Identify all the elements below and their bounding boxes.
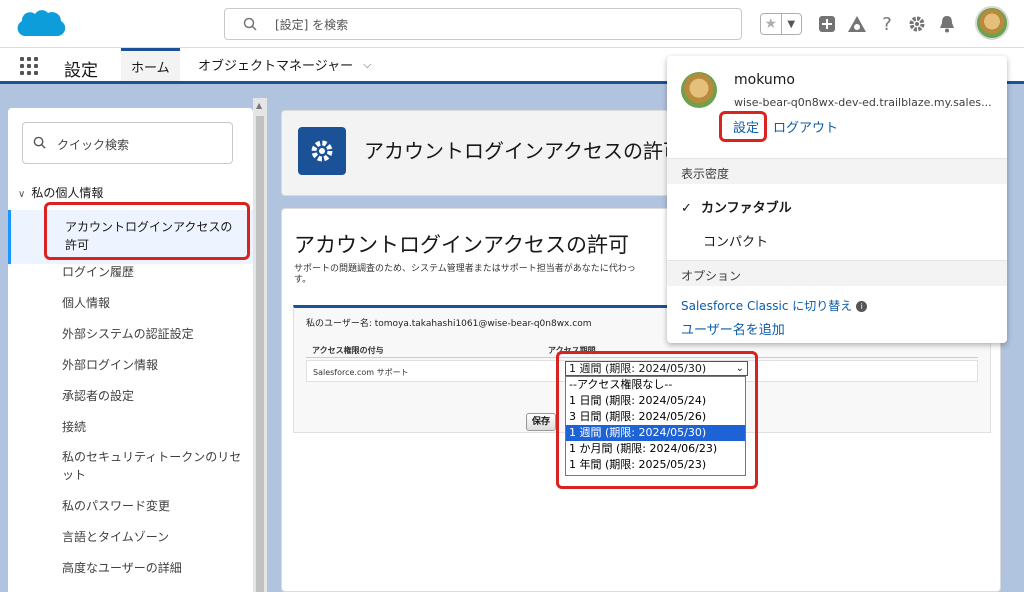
switch-to-classic-link[interactable]: Salesforce Classic に切り替え i xyxy=(681,297,868,314)
options-section-header: オプション xyxy=(667,260,1007,286)
salesforce-logo[interactable] xyxy=(12,8,68,38)
highlight-dropdown xyxy=(556,351,758,489)
user-name: mokumo xyxy=(734,72,795,88)
setup-sidebar: クイック検索 ∨ 私の個人情報 アカウントログインアクセスの許可 ログイン履歴 個… xyxy=(8,108,253,592)
sidebar-item-language-timezone[interactable]: 言語とタイムゾーン xyxy=(62,528,242,546)
trailhead-icon[interactable] xyxy=(844,8,870,40)
section-my-personal-info[interactable]: ∨ 私の個人情報 xyxy=(18,184,103,201)
check-icon: ✓ xyxy=(681,201,692,216)
highlight-settings-link xyxy=(719,111,767,142)
column-header: アクセス権限の付与 xyxy=(312,346,384,355)
tab-label: オブジェクトマネージャー xyxy=(198,59,354,74)
gear-icon[interactable] xyxy=(904,8,930,40)
density-section-header: 表示密度 xyxy=(667,158,1007,184)
sidebar-item-external-login[interactable]: 外部ログイン情報 xyxy=(62,356,242,374)
tab-home[interactable]: ホーム xyxy=(121,48,180,81)
add-icon[interactable] xyxy=(814,8,840,40)
add-username-link[interactable]: ユーザー名を追加 xyxy=(681,319,785,338)
bell-icon[interactable] xyxy=(934,8,960,40)
chevron-down-icon[interactable]: ∨ xyxy=(18,189,25,200)
avatar[interactable] xyxy=(975,6,1009,40)
sidebar-item-reset-token[interactable]: 私のセキュリティトークンのリセット xyxy=(62,448,247,484)
global-header: [設定] を検索 ★ ▼ ? xyxy=(0,0,1024,48)
search-icon xyxy=(33,136,46,149)
quick-search-input[interactable]: クイック検索 xyxy=(22,122,233,164)
favorites-button[interactable]: ★ ▼ xyxy=(760,13,802,35)
density-option-comfy[interactable]: ✓ カンファタブル xyxy=(681,197,792,216)
username-text: 私のユーザー名: tomoya.takahashi1061@wise-bear-… xyxy=(306,319,592,329)
user-domain: wise-bear-q0n8wx-dev-ed.trailblaze.my.sa… xyxy=(734,96,992,109)
help-icon[interactable]: ? xyxy=(874,8,900,40)
chevron-down-icon[interactable]: ▼ xyxy=(780,14,802,34)
page-description: サポートの問題調査のため、システム管理者またはサポート担当者があなたに代わっ す… xyxy=(294,264,636,285)
info-icon[interactable]: i xyxy=(856,301,868,312)
app-name: 設定 xyxy=(64,61,98,81)
page-title: アカウントログインアクセスの許可 xyxy=(294,233,629,257)
gear-icon xyxy=(298,127,346,175)
sidebar-item-external-auth[interactable]: 外部システムの認証設定 xyxy=(62,325,242,343)
avatar xyxy=(681,72,717,108)
sidebar-item-login-history[interactable]: ログイン履歴 xyxy=(62,263,242,281)
tab-object-manager[interactable]: オブジェクトマネージャー ⌵ xyxy=(188,48,381,81)
sidebar-item-approver-settings[interactable]: 承認者の設定 xyxy=(62,387,242,405)
density-option-compact[interactable]: コンパクト xyxy=(703,231,768,250)
global-search-input[interactable]: [設定] を検索 xyxy=(224,8,742,40)
search-placeholder: [設定] を検索 xyxy=(275,18,349,32)
page-header-title: アカウントログインアクセスの許可 xyxy=(364,139,683,163)
star-icon[interactable]: ★ xyxy=(761,14,781,34)
quick-search-placeholder: クイック検索 xyxy=(57,138,130,152)
scrollbar-thumb[interactable] xyxy=(256,116,264,592)
sidebar-item-connections[interactable]: 接続 xyxy=(62,418,242,436)
sidebar-scrollbar[interactable]: ▲ xyxy=(253,98,267,592)
app-launcher-icon[interactable] xyxy=(20,57,38,75)
search-icon xyxy=(243,17,257,31)
tab-label: ホーム xyxy=(131,60,170,76)
highlight-sidebar-item xyxy=(44,202,250,260)
sidebar-item-advanced-user-details[interactable]: 高度なユーザーの詳細 xyxy=(62,559,242,577)
user-profile-popup: mokumo wise-bear-q0n8wx-dev-ed.trailblaz… xyxy=(667,56,1007,343)
row-label: Salesforce.com サポート xyxy=(313,368,409,377)
save-button[interactable]: 保存 xyxy=(526,413,556,431)
chevron-down-icon[interactable]: ⌵ xyxy=(363,58,371,72)
scroll-up-icon[interactable]: ▲ xyxy=(256,101,262,110)
sidebar-item-personal-info[interactable]: 個人情報 xyxy=(62,294,242,312)
logout-link[interactable]: ログアウト xyxy=(773,117,838,136)
sidebar-item-change-password[interactable]: 私のパスワード変更 xyxy=(62,497,242,515)
